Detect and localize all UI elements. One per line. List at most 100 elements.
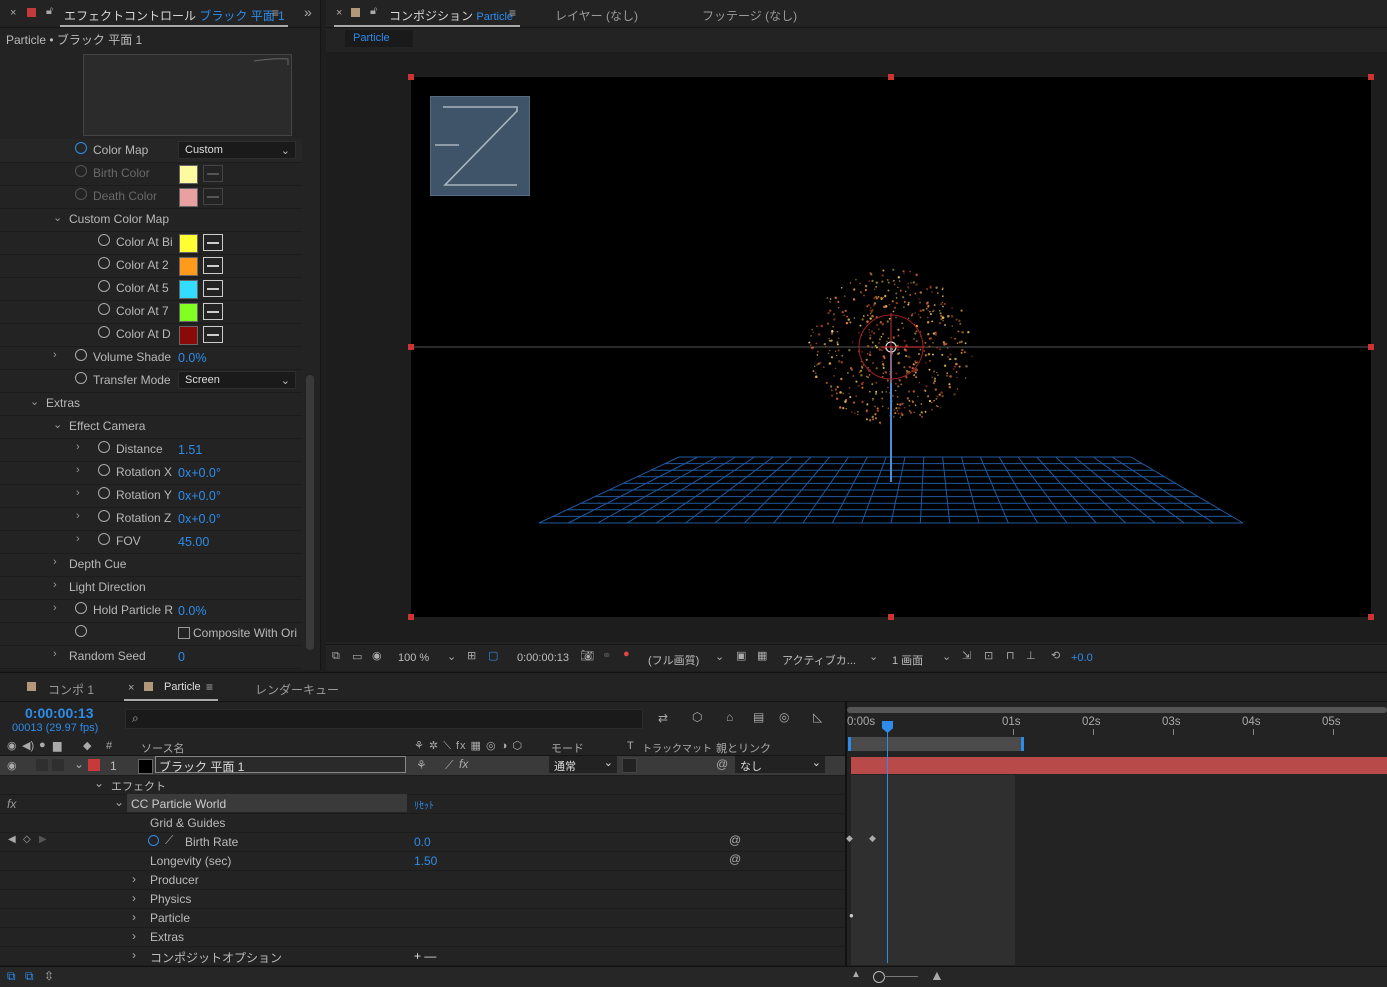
chevron-right-icon[interactable]: › bbox=[76, 464, 80, 476]
stopwatch-icon[interactable] bbox=[98, 234, 110, 246]
longevity-row[interactable]: Longevity (sec) 1.50 @ bbox=[0, 851, 845, 871]
stopwatch-icon[interactable] bbox=[98, 326, 110, 338]
eyedropper-icon[interactable] bbox=[203, 234, 223, 251]
chevron-right-icon[interactable]: › bbox=[132, 872, 136, 886]
tab-comp1[interactable]: コンポ 1 bbox=[48, 681, 94, 698]
zoom-slider-track[interactable] bbox=[884, 976, 918, 977]
zoom-in-icon[interactable]: ▲ bbox=[930, 967, 944, 983]
mask-icon[interactable]: ◉ bbox=[372, 649, 382, 662]
distance-value[interactable]: 1.51 bbox=[178, 443, 202, 457]
stopwatch-icon[interactable] bbox=[75, 602, 87, 614]
tab-render-queue[interactable]: レンダーキュー bbox=[255, 681, 339, 698]
stopwatch-icon[interactable] bbox=[148, 835, 159, 846]
zoom-out-icon[interactable]: ▲ bbox=[851, 969, 861, 980]
row-light-direction[interactable]: › Light Direction bbox=[0, 576, 302, 600]
row-custom-color-map[interactable]: ⌄ Custom Color Map bbox=[0, 208, 302, 232]
lock-icon[interactable]: ▆ bbox=[53, 739, 61, 752]
close-icon[interactable]: × bbox=[336, 7, 342, 19]
chevron-right-icon[interactable]: › bbox=[53, 556, 57, 568]
layer-switches-icon[interactable]: ⧉ bbox=[7, 969, 16, 984]
chevron-down-icon[interactable]: ⌄ bbox=[74, 757, 84, 771]
pickwhip-icon[interactable]: @ bbox=[729, 833, 741, 847]
frame-blending-icon[interactable]: ▤ bbox=[753, 710, 764, 724]
producer-row[interactable]: › Producer bbox=[0, 870, 845, 890]
view-layout-dropdown[interactable]: 1 画面 bbox=[892, 652, 923, 668]
composition-mini-flowchart-icon[interactable]: ⇄ bbox=[658, 711, 668, 725]
chevron-right-icon[interactable]: › bbox=[53, 349, 57, 361]
eye-icon[interactable]: ◉ bbox=[7, 739, 17, 752]
color-at-5-swatch[interactable] bbox=[179, 280, 198, 299]
transform-handle[interactable] bbox=[888, 614, 894, 620]
stopwatch-icon[interactable] bbox=[98, 257, 110, 269]
next-keyframe-icon[interactable]: ▶ bbox=[39, 834, 47, 845]
quality-switch-icon[interactable]: ⟋ bbox=[445, 758, 453, 773]
label-tag-icon[interactable]: ◆ bbox=[83, 739, 91, 752]
grid-guides-row[interactable]: Grid & Guides bbox=[0, 813, 845, 833]
chevron-right-icon[interactable]: › bbox=[76, 441, 80, 453]
transfer-controls-icon[interactable]: ⧉ bbox=[25, 969, 34, 984]
add-remove-buttons[interactable]: + — bbox=[414, 949, 436, 963]
stopwatch-icon[interactable] bbox=[98, 533, 110, 545]
grid-icon[interactable]: ⊞ bbox=[467, 649, 476, 662]
eyedropper-icon[interactable] bbox=[203, 257, 223, 274]
label-color-icon[interactable] bbox=[88, 759, 100, 771]
stopwatch-icon[interactable] bbox=[75, 142, 87, 154]
transform-handle[interactable] bbox=[1368, 614, 1374, 620]
transparency-grid-icon[interactable]: ▦ bbox=[757, 649, 767, 662]
color-map-dropdown[interactable]: Custom ⌄ bbox=[178, 141, 296, 159]
color-at-birth-swatch[interactable] bbox=[179, 234, 198, 253]
eyedropper-icon[interactable] bbox=[203, 303, 223, 320]
composition-viewer[interactable] bbox=[326, 52, 1387, 642]
comp-navigator-chip[interactable]: Particle bbox=[345, 30, 413, 47]
fov-value[interactable]: 45.00 bbox=[178, 535, 209, 549]
zoom-slider-handle[interactable] bbox=[873, 971, 885, 983]
track-matte-dropdown[interactable] bbox=[622, 758, 637, 773]
composition-canvas[interactable] bbox=[411, 77, 1371, 617]
random-seed-value[interactable]: 0 bbox=[178, 650, 185, 664]
transform-handle[interactable] bbox=[1368, 74, 1374, 80]
chevron-right-icon[interactable]: › bbox=[76, 510, 80, 522]
transform-handle[interactable] bbox=[408, 614, 414, 620]
birth-rate-value[interactable]: 0.0 bbox=[414, 835, 431, 849]
scrollbar-thumb[interactable] bbox=[306, 375, 314, 650]
channel-icon[interactable]: ● bbox=[623, 648, 630, 660]
toggle-pixel-icon[interactable]: ⇲ bbox=[962, 649, 971, 662]
longevity-value[interactable]: 1.50 bbox=[414, 854, 437, 868]
col-source-name[interactable]: ソース名 bbox=[141, 740, 184, 756]
chevron-down-icon[interactable]: ⌄ bbox=[30, 395, 39, 408]
shy-icon[interactable]: ⌂ bbox=[726, 710, 733, 724]
chevron-down-icon[interactable]: ⌄ bbox=[942, 650, 951, 663]
chevron-right-icon[interactable]: › bbox=[132, 891, 136, 905]
rotation-x-value[interactable]: 0x+0.0° bbox=[178, 466, 221, 480]
graph-editor-icon[interactable]: ◺ bbox=[813, 710, 822, 724]
chevron-down-icon[interactable]: ⌄ bbox=[114, 795, 124, 809]
effect-name[interactable]: CC Particle World bbox=[131, 797, 226, 811]
layer-name-field[interactable]: ブラック 平面 1 bbox=[155, 756, 406, 774]
zoom-dropdown[interactable]: 100 % bbox=[398, 652, 429, 664]
keyframe-icon[interactable]: ◆ bbox=[869, 833, 876, 844]
extras-row[interactable]: › Extras bbox=[0, 927, 845, 947]
keyframe-icon[interactable]: ◆ bbox=[846, 833, 853, 844]
chevron-right-icon[interactable]: › bbox=[132, 910, 136, 924]
mode-dropdown[interactable]: 通常 ⌄ bbox=[549, 756, 617, 773]
chevron-down-icon[interactable]: ⌄ bbox=[869, 650, 878, 663]
panel-menu-icon[interactable]: ≡ bbox=[272, 6, 279, 20]
chevron-right-icon[interactable]: › bbox=[53, 579, 57, 591]
volume-shade-value[interactable]: 0.0% bbox=[178, 351, 207, 365]
chevron-down-icon[interactable]: ⌄ bbox=[53, 418, 62, 431]
fx-icon[interactable]: fx bbox=[7, 797, 16, 811]
graph-icon[interactable]: ⟋ bbox=[165, 833, 173, 848]
timeline-icon[interactable]: ⊓ bbox=[1006, 649, 1015, 662]
close-icon[interactable]: × bbox=[10, 7, 16, 19]
transform-handle[interactable] bbox=[408, 74, 414, 80]
flowchart-icon[interactable]: ⊥ bbox=[1026, 649, 1036, 662]
chevron-down-icon[interactable]: ⌄ bbox=[447, 650, 456, 663]
pickwhip-icon[interactable]: @ bbox=[716, 757, 728, 771]
draft-3d-icon[interactable]: ⬡ bbox=[692, 710, 702, 724]
stopwatch-icon[interactable] bbox=[75, 625, 87, 637]
chevron-right-icon[interactable]: › bbox=[132, 929, 136, 943]
in-out-icon[interactable]: ⇳ bbox=[44, 969, 54, 983]
fx-switch-icon[interactable]: fx bbox=[459, 757, 468, 771]
time-ruler[interactable]: 0:00s01s02s03s04s05s06s bbox=[847, 713, 1387, 735]
panel-menu-icon[interactable]: ≡ bbox=[206, 680, 213, 694]
